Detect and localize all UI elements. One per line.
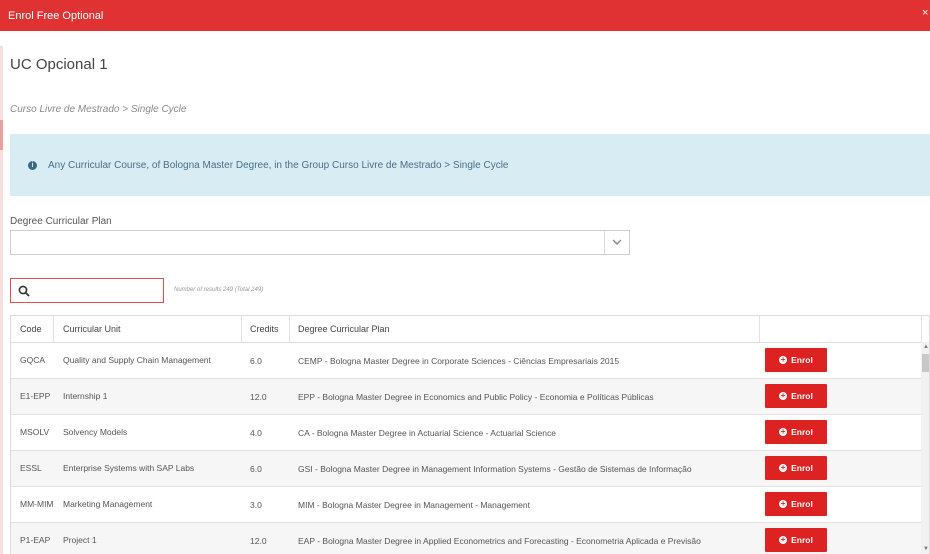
plus-circle-icon: + xyxy=(779,535,788,544)
enrol-button[interactable]: + Enrol xyxy=(765,420,827,444)
modal-title: Enrol Free Optional xyxy=(8,9,104,22)
enrol-button[interactable]: + Enrol xyxy=(765,456,827,480)
plus-circle-icon: + xyxy=(779,427,788,436)
info-icon: i xyxy=(28,160,37,170)
breadcrumb: Curso Livre de Mestrado > Single Cycle xyxy=(10,104,187,115)
cell-plan: CA - Bologna Master Degree in Actuarial … xyxy=(298,427,556,438)
search-input[interactable] xyxy=(10,278,164,303)
modal-title-bar: Enrol Free Optional × xyxy=(0,0,930,31)
header-plan: Degree Curricular Plan xyxy=(298,324,390,334)
curricular-units-table: Code Curricular Unit Credits Degree Curr… xyxy=(10,315,930,554)
cell-credits: 12.0 xyxy=(250,535,267,546)
scrollbar-thumb[interactable] xyxy=(922,354,929,372)
cell-unit: Project 1 xyxy=(63,535,97,545)
enrol-button[interactable]: + Enrol xyxy=(765,528,827,552)
cell-code: MM-MIM xyxy=(20,499,54,509)
enrol-label: Enrol xyxy=(791,391,813,401)
cell-credits: 4.0 xyxy=(250,427,262,438)
cell-plan: GSI - Bologna Master Degree in Managemen… xyxy=(298,463,692,474)
degree-plan-label: Degree Curricular Plan xyxy=(10,216,112,227)
cell-unit: Solvency Models xyxy=(63,427,128,437)
enrol-button[interactable]: + Enrol xyxy=(765,384,827,408)
cell-plan: CEMP - Bologna Master Degree in Corporat… xyxy=(298,355,620,366)
enrol-button[interactable]: + Enrol xyxy=(765,492,827,516)
table-row: ESSL Enterprise Systems with SAP Labs 6.… xyxy=(11,451,921,487)
header-credits: Credits xyxy=(250,324,279,334)
cell-credits: 6.0 xyxy=(250,355,262,366)
close-icon[interactable]: × xyxy=(922,7,930,19)
chevron-down-icon[interactable] xyxy=(604,231,629,254)
enrol-label: Enrol xyxy=(791,427,813,437)
info-message: Any Curricular Course, of Bologna Master… xyxy=(48,159,509,171)
header-code: Code xyxy=(20,324,42,334)
plus-circle-icon: + xyxy=(779,499,788,508)
cell-unit: Internship 1 xyxy=(63,391,108,401)
enrol-label: Enrol xyxy=(791,355,813,365)
cell-plan: MIM - Bologna Master Degree in Managemen… xyxy=(298,499,530,510)
search-icon xyxy=(18,285,30,297)
table-row: GQCA Quality and Supply Chain Management… xyxy=(11,343,921,379)
table-row: P1-EAP Project 1 12.0 EAP - Bologna Mast… xyxy=(11,523,921,554)
plus-circle-icon: + xyxy=(779,391,788,400)
plus-circle-icon: + xyxy=(779,463,788,472)
plus-circle-icon: + xyxy=(779,355,788,364)
enrol-button[interactable]: + Enrol xyxy=(765,348,827,372)
table-row: E1-EPP Internship 1 12.0 EPP - Bologna M… xyxy=(11,379,921,415)
table-scrollbar[interactable]: ▲ ▼ xyxy=(921,342,929,554)
cell-code: MSOLV xyxy=(20,427,50,437)
left-accent-bar xyxy=(0,46,3,554)
cell-unit: Quality and Supply Chain Management xyxy=(63,355,211,365)
cell-unit: Marketing Management xyxy=(63,499,153,509)
cell-credits: 12.0 xyxy=(250,391,267,402)
table-header: Code Curricular Unit Credits Degree Curr… xyxy=(11,316,929,343)
cell-plan: EPP - Bologna Master Degree in Economics… xyxy=(298,391,654,402)
cell-credits: 3.0 xyxy=(250,499,262,510)
cell-plan: EAP - Bologna Master Degree in Applied E… xyxy=(298,535,701,546)
enrol-label: Enrol xyxy=(791,463,813,473)
cell-code: ESSL xyxy=(20,463,42,473)
header-unit: Curricular Unit xyxy=(63,324,121,334)
scroll-up-icon[interactable]: ▲ xyxy=(923,344,929,350)
info-alert: i Any Curricular Course, of Bologna Mast… xyxy=(10,134,930,196)
scroll-down-icon[interactable]: ▼ xyxy=(923,546,929,552)
cell-code: E1-EPP xyxy=(20,391,51,401)
degree-plan-select[interactable] xyxy=(10,230,630,255)
enrol-label: Enrol xyxy=(791,535,813,545)
results-count: Number of results 249 (Total 249) xyxy=(174,287,264,293)
cell-credits: 6.0 xyxy=(250,463,262,474)
cell-code: GQCA xyxy=(20,355,46,365)
table-row: MM-MIM Marketing Management 3.0 MIM - Bo… xyxy=(11,487,921,523)
page-title: UC Opcional 1 xyxy=(10,56,108,73)
cell-code: P1-EAP xyxy=(20,535,51,545)
cell-unit: Enterprise Systems with SAP Labs xyxy=(63,463,195,473)
table-row: MSOLV Solvency Models 4.0 CA - Bologna M… xyxy=(11,415,921,451)
enrol-label: Enrol xyxy=(791,499,813,509)
